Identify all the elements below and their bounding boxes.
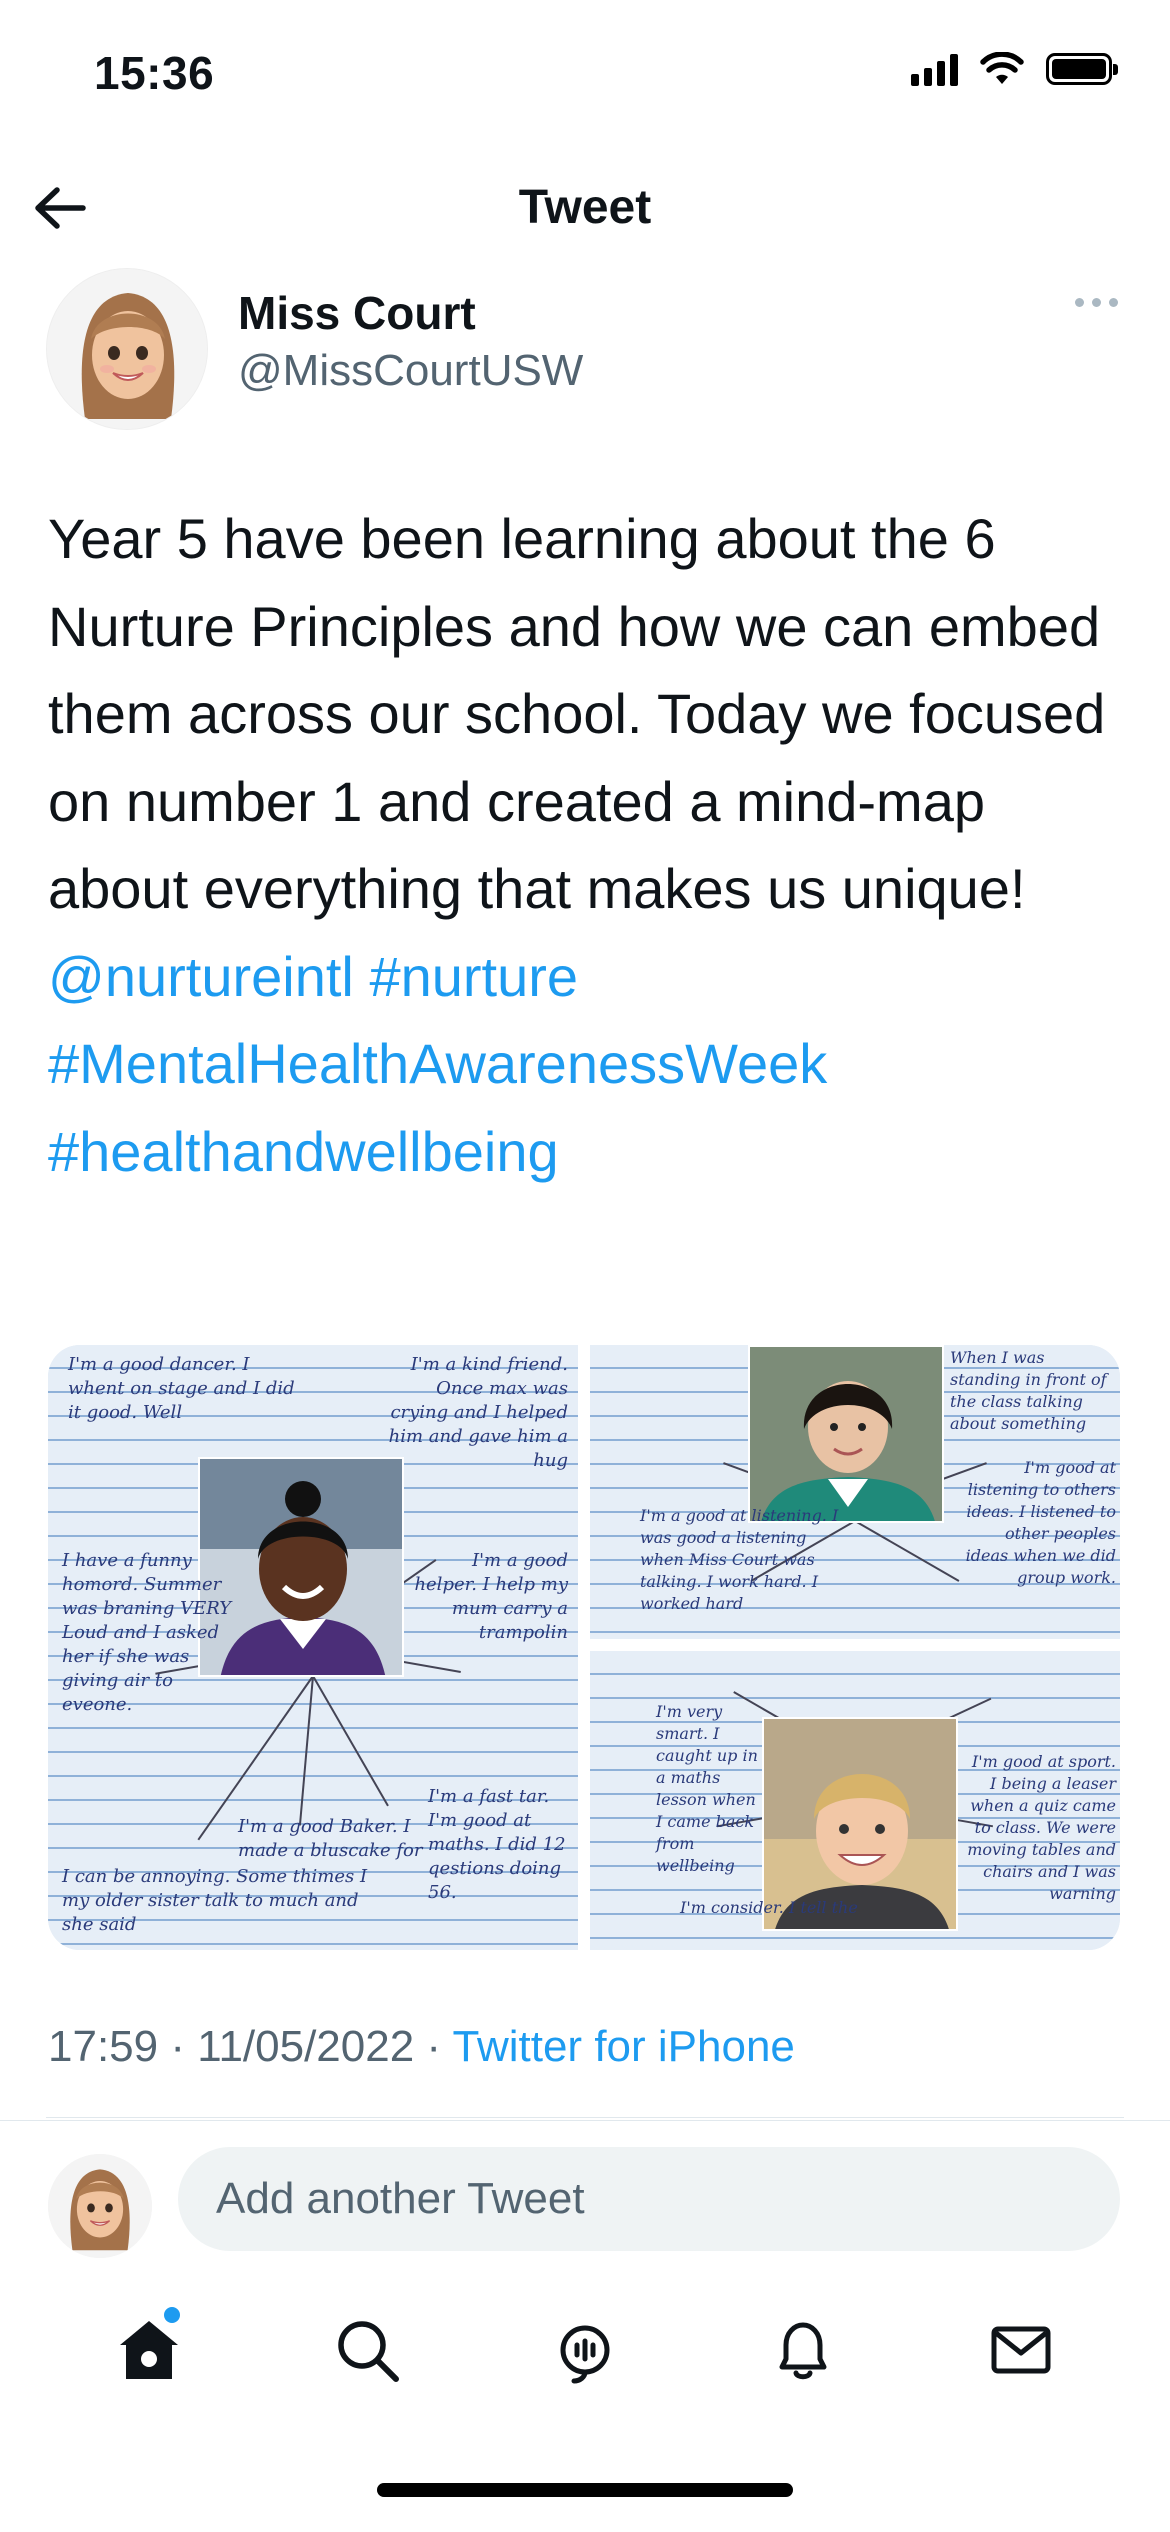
more-options-button[interactable]	[1075, 298, 1118, 307]
tweet-meta: 17:59 · 11/05/2022 · Twitter for iPhone	[48, 2022, 795, 2072]
note-text: I'm very smart. I caught up in a maths l…	[656, 1702, 758, 1875]
tab-notifications[interactable]	[748, 2295, 858, 2405]
note-text: When I was standing in front of the clas…	[950, 1348, 1107, 1433]
tab-spaces[interactable]	[530, 2295, 640, 2405]
media-image-1[interactable]: I'm a good dancer. I whent on stage and …	[48, 1345, 578, 1950]
author-handle[interactable]: @MissCourtUSW	[238, 346, 583, 396]
status-time: 15:36	[94, 47, 215, 99]
status-bar: 15:36	[0, 0, 1170, 150]
note-text: I can be annoying. Some thimes I my olde…	[62, 1866, 368, 1935]
hashtag-link[interactable]: #nurture	[369, 945, 578, 1008]
reply-input[interactable]: Add another Tweet	[178, 2147, 1120, 2251]
note-text: I'm a good Baker. I made a bluscake for	[238, 1816, 423, 1861]
meta-separator: ·	[426, 2022, 442, 2071]
tweet-author: Miss Court @MissCourtUSW	[46, 268, 1124, 430]
divider	[46, 2117, 1124, 2118]
tweet-date: 11/05/2022	[197, 2022, 415, 2071]
battery-icon	[1046, 53, 1118, 85]
note-text: I'm a fast tar. I'm good at maths. I did…	[428, 1786, 566, 1903]
note-text: I have a funny homord. Summer was branin…	[62, 1550, 232, 1715]
bottom-tab-bar	[0, 2290, 1170, 2410]
wifi-icon	[980, 52, 1024, 84]
note-text: I'm good at sport. I being a leaser when…	[967, 1752, 1116, 1903]
status-icons	[911, 52, 1118, 86]
note-text: I'm a good at listening. I was good a li…	[640, 1506, 839, 1613]
meta-separator: ·	[170, 2022, 185, 2071]
notification-dot	[164, 2307, 180, 2323]
media-image-3[interactable]: I'm very smart. I caught up in a maths l…	[590, 1651, 1120, 1950]
tweet-source-link[interactable]: Twitter for iPhone	[453, 2022, 795, 2071]
note-text: I'm a kind friend. Once max was crying a…	[388, 1354, 568, 1471]
more-dot	[1075, 298, 1084, 307]
more-dot	[1109, 298, 1118, 307]
hashtag-link[interactable]: #healthandwellbeing	[48, 1120, 559, 1183]
note-text: I'm a good helper. I help my mum carry a…	[414, 1550, 568, 1643]
page-title: Tweet	[518, 181, 652, 234]
home-icon	[120, 2321, 178, 2379]
tab-home[interactable]	[94, 2295, 204, 2405]
note-text: I'm a good dancer. I whent on stage and …	[68, 1354, 295, 1423]
tweet-body: Year 5 have been learning about the 6 Nu…	[48, 507, 1106, 920]
cellular-signal-icon	[911, 52, 958, 86]
search-icon	[338, 2321, 399, 2382]
more-dot	[1092, 298, 1101, 307]
tab-messages[interactable]	[966, 2295, 1076, 2405]
note-text: I'm good at listening to others ideas. I…	[965, 1458, 1116, 1587]
student-photo	[748, 1345, 944, 1523]
hashtag-link[interactable]: #MentalHealthAwarenessWeek	[48, 1032, 827, 1095]
spaces-icon	[560, 2325, 610, 2384]
home-indicator[interactable]	[377, 2483, 793, 2497]
tab-search[interactable]	[312, 2295, 422, 2405]
reply-bar: Add another Tweet	[0, 2120, 1170, 2285]
author-avatar[interactable]	[46, 268, 208, 430]
bell-icon	[779, 2322, 827, 2380]
mail-icon	[991, 2326, 1051, 2374]
note-text: I'm consider. I tell the	[680, 1898, 858, 1917]
user-avatar[interactable]	[48, 2154, 152, 2258]
tweet-media: I'm a good dancer. I whent on stage and …	[48, 1345, 1120, 1950]
media-image-2[interactable]: When I was standing in front of the clas…	[590, 1345, 1120, 1639]
mention-link[interactable]: @nurtureintl	[48, 945, 354, 1008]
memoji-avatar-icon	[47, 269, 207, 429]
author-name[interactable]: Miss Court	[238, 286, 476, 340]
tweet-time: 17:59	[48, 2022, 159, 2071]
tweet-text: Year 5 have been learning about the 6 Nu…	[48, 495, 1128, 1195]
header: Tweet	[0, 160, 1170, 256]
memoji-avatar-icon	[48, 2154, 152, 2258]
